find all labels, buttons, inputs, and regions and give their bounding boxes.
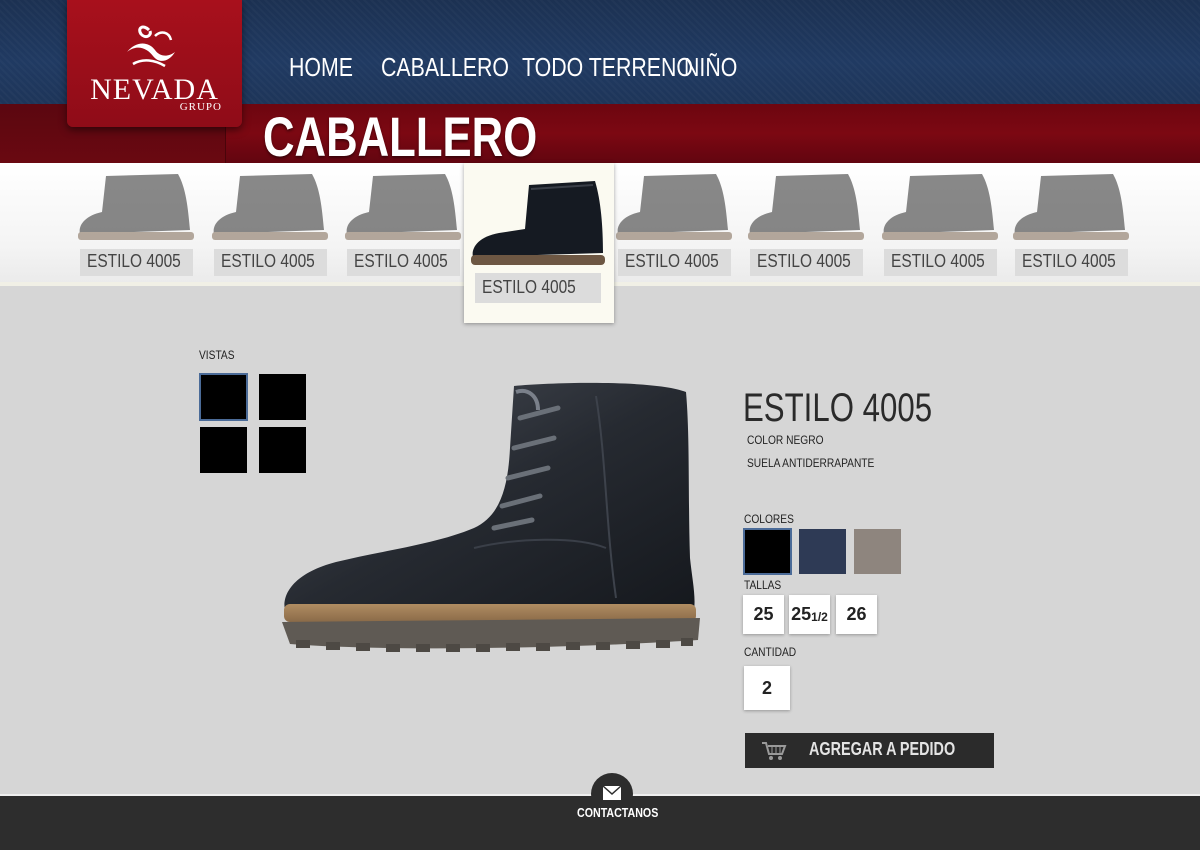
nav-nino[interactable]: NIÑO: [684, 52, 737, 83]
nav-todo-terreno[interactable]: TODO TERRENO: [522, 52, 693, 83]
product-thumbnail-active[interactable]: ESTILO 4005: [464, 163, 614, 323]
nav-home[interactable]: HOME: [289, 52, 353, 83]
boot-thumbnail-icon: [748, 174, 864, 240]
view-thumbnail[interactable]: [199, 373, 248, 421]
boot-thumbnail-icon: [1013, 174, 1129, 240]
brand-subtitle: GRUPO: [179, 101, 222, 113]
size-value: 25: [791, 604, 812, 624]
color-spec: COLOR NEGRO: [747, 433, 824, 447]
product-thumbnail-strip: ESTILO 4005 ESTILO 4005 ESTILO 4005 ESTI…: [0, 163, 1200, 323]
thumbnail-label: ESTILO 4005: [750, 249, 863, 276]
boot-thumbnail-icon: [471, 181, 605, 265]
product-thumbnail[interactable]: ESTILO 4005: [880, 163, 1000, 278]
color-swatch-taupe[interactable]: [854, 529, 901, 574]
contact-label[interactable]: CONTACTANOS: [577, 805, 658, 820]
boot-thumbnail-icon: [882, 174, 998, 240]
product-thumbnail[interactable]: ESTILO 4005: [746, 163, 866, 278]
quantity-field[interactable]: 2: [744, 666, 790, 710]
color-swatch-black[interactable]: [743, 528, 792, 575]
size-button-26[interactable]: 26: [836, 595, 877, 634]
swan-logo-icon: [127, 25, 175, 68]
thumbnail-label: ESTILO 4005: [1015, 249, 1128, 276]
size-value: 25: [753, 604, 774, 624]
thumbnail-label: ESTILO 4005: [475, 273, 601, 303]
view-thumbnail[interactable]: [200, 427, 247, 473]
thumbnail-label: ESTILO 4005: [214, 249, 327, 276]
sole-spec: SUELA ANTIDERRAPANTE: [747, 456, 875, 470]
page-title: CABALLERO: [263, 105, 538, 168]
boot-thumbnail-icon: [78, 174, 194, 240]
product-thumbnail[interactable]: ESTILO 4005: [210, 163, 330, 278]
size-value: 26: [846, 604, 867, 624]
product-thumbnail[interactable]: ESTILO 4005: [76, 163, 196, 278]
cart-icon: [762, 742, 787, 760]
boot-thumbnail-icon: [616, 174, 732, 240]
boot-thumbnail-icon: [345, 174, 461, 240]
quantity-label: CANTIDAD: [744, 645, 797, 659]
thumbnail-label: ESTILO 4005: [618, 249, 731, 276]
views-label: VISTAS: [199, 348, 235, 362]
thumbnail-label: ESTILO 4005: [884, 249, 997, 276]
size-button-25[interactable]: 25: [743, 595, 784, 634]
sizes-label: TALLAS: [744, 578, 782, 592]
product-thumbnail[interactable]: ESTILO 4005: [1011, 163, 1131, 278]
add-to-order-button[interactable]: AGREGAR A PEDIDO: [745, 733, 994, 768]
thumbnail-label: ESTILO 4005: [347, 249, 460, 276]
boot-thumbnail-icon: [212, 174, 328, 240]
product-thumbnail[interactable]: ESTILO 4005: [614, 163, 734, 278]
size-fraction: 1/2: [811, 609, 828, 624]
product-main-image: [282, 382, 700, 652]
product-thumbnail[interactable]: ESTILO 4005: [343, 163, 463, 278]
envelope-icon: [602, 785, 622, 800]
product-title: ESTILO 4005: [743, 386, 933, 430]
thumbnail-label: ESTILO 4005: [80, 249, 193, 276]
brand-logo[interactable]: NEVADA GRUPO: [67, 0, 242, 127]
size-button-25-half[interactable]: 25 1/2: [789, 595, 830, 634]
nav-caballero[interactable]: CABALLERO: [381, 52, 509, 83]
add-to-order-label: AGREGAR A PEDIDO: [809, 739, 956, 759]
colors-label: COLORES: [744, 512, 794, 526]
color-swatch-navy[interactable]: [799, 529, 846, 574]
